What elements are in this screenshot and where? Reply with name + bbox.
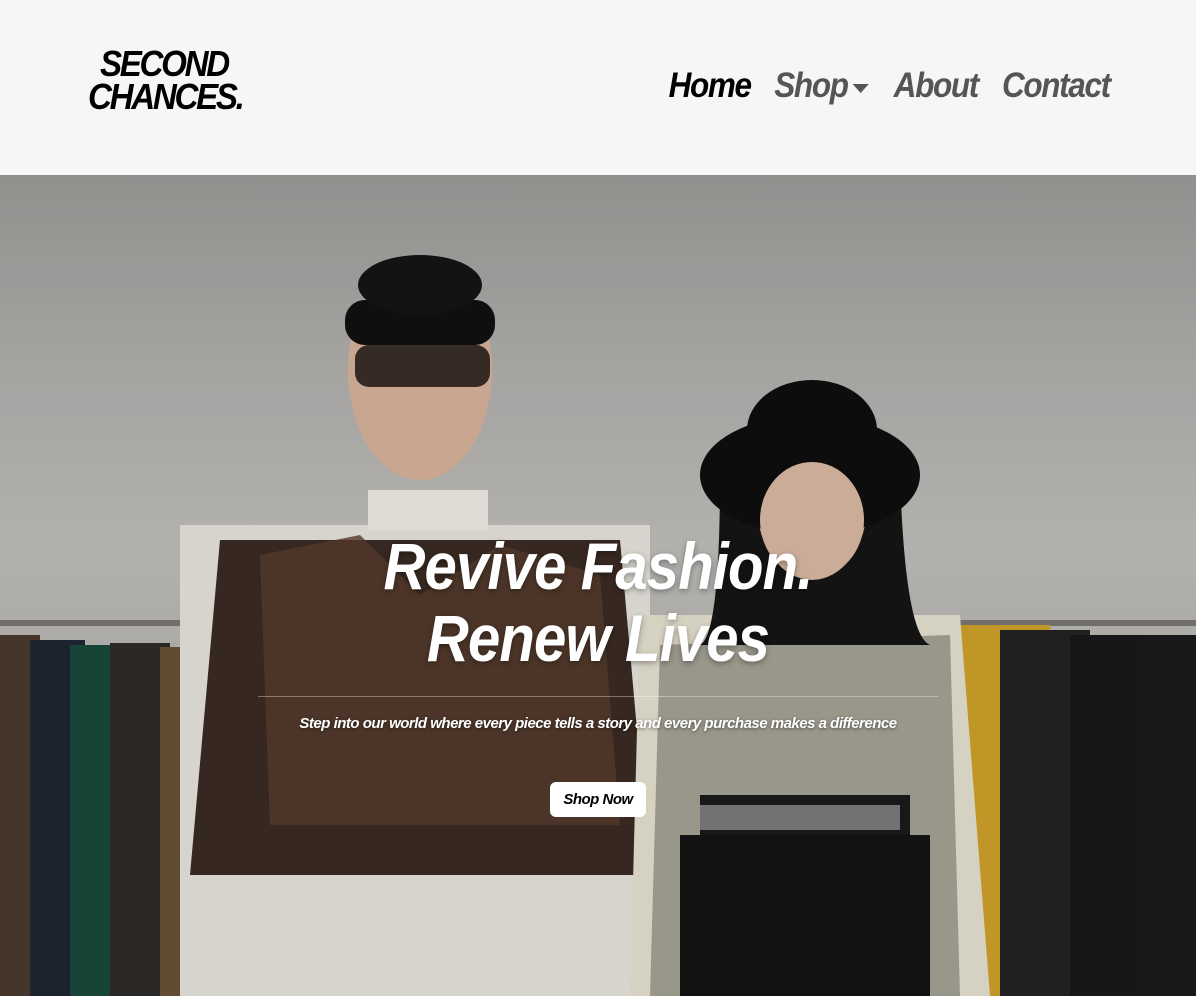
nav-shop-label: Shop xyxy=(774,66,849,105)
hero-subtitle: Step into our world where every piece te… xyxy=(299,715,897,732)
chevron-down-icon xyxy=(853,83,870,93)
site-header: SECOND CHANCES. Home Shop About Contact xyxy=(0,0,1196,175)
brand-logo-line2: CHANCES. xyxy=(88,76,245,117)
nav-shop-dropdown[interactable]: Shop xyxy=(774,66,870,106)
hero-divider xyxy=(258,696,938,697)
brand-logo[interactable]: SECOND CHANCES. xyxy=(88,46,245,117)
main-nav: Home Shop About Contact xyxy=(664,66,1116,106)
hero-title: Revive Fashion. Renew Lives xyxy=(383,529,813,675)
nav-home[interactable]: Home xyxy=(668,66,751,106)
hero-section: Revive Fashion. Renew Lives Step into ou… xyxy=(0,175,1196,996)
shop-now-button[interactable]: Shop Now xyxy=(550,782,646,817)
nav-about[interactable]: About xyxy=(893,66,979,106)
nav-contact[interactable]: Contact xyxy=(1002,66,1111,106)
hero-content: Revive Fashion. Renew Lives Step into ou… xyxy=(258,530,938,817)
